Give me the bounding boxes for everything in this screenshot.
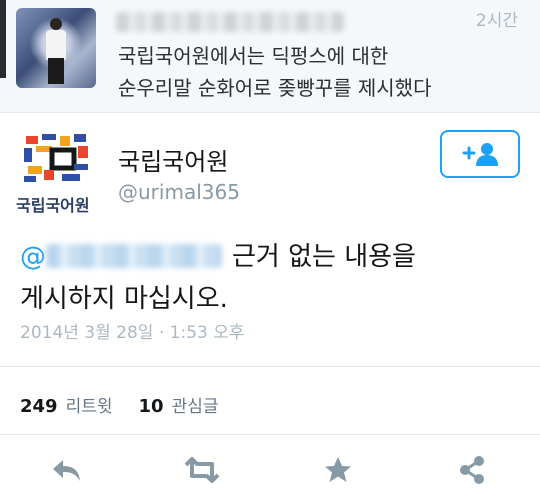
left-edge-strip [0, 0, 6, 78]
reply-text: @ 근거 없는 내용을 게시하지 마십시오. [20, 236, 520, 320]
retweet-icon [184, 457, 220, 483]
avatar-legs [48, 58, 64, 84]
reply-line-2: 게시하지 마십시오. [20, 284, 228, 314]
avatar[interactable] [16, 8, 96, 88]
divider [0, 434, 540, 435]
tweet-timestamp: 2014년 3월 28일 · 1:53 오후 [20, 323, 245, 343]
favorites-label[interactable]: 관심글 [172, 392, 219, 417]
account-handle[interactable]: @urimal365 [118, 180, 240, 204]
retweet-button[interactable] [180, 450, 224, 490]
share-icon [460, 456, 484, 484]
blurred-username [116, 12, 344, 32]
reply-icon [53, 460, 80, 481]
reply-button[interactable] [44, 450, 88, 490]
tweet-actions [0, 444, 540, 494]
mention-at[interactable]: @ [20, 242, 46, 272]
add-user-icon [462, 143, 498, 166]
parent-tweet-line-2: 순우리말 순화어로 좆빵꾸를 제시했다 [118, 76, 432, 100]
tweet-stats: 249 리트윗 10 관심글 [20, 392, 218, 417]
parent-tweet[interactable]: 2시간 국립국어원에서는 딕펑스에 대한 순우리말 순화어로 좆빵꾸를 제시했다 [0, 0, 540, 113]
account-name[interactable]: 국립국어원 [118, 142, 228, 177]
retweets-label[interactable]: 리트윗 [66, 392, 113, 417]
favorite-button[interactable] [316, 450, 360, 490]
divider [0, 366, 540, 367]
parent-tweet-text: 국립국어원에서는 딕펑스에 대한 순우리말 순화어로 좆빵꾸를 제시했다 [118, 40, 518, 104]
avatar-body [46, 30, 66, 60]
share-button[interactable] [450, 450, 494, 490]
blurred-mention[interactable] [46, 244, 222, 268]
parent-tweet-line-1: 국립국어원에서는 딕펑스에 대한 [118, 44, 389, 68]
retweets-count[interactable]: 249 [20, 396, 58, 417]
favorites-count[interactable]: 10 [139, 396, 164, 417]
reply-line-1: 근거 없는 내용을 [232, 242, 416, 272]
star-icon [325, 457, 351, 482]
logo-label: 국립국어원 [16, 196, 90, 215]
institute-logo-icon[interactable] [22, 132, 92, 184]
follow-button[interactable] [440, 130, 520, 178]
tweet-time: 2시간 [475, 11, 518, 31]
avatar-head [50, 18, 62, 30]
